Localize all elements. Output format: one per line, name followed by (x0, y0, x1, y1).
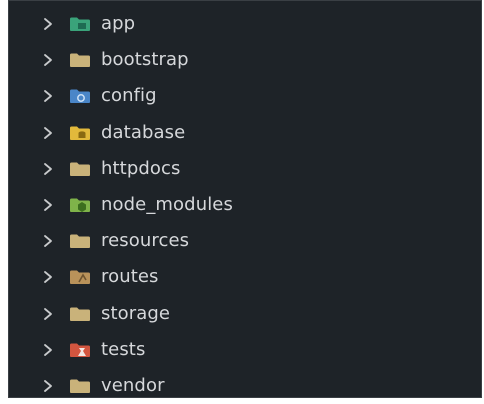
tree-item-label: vendor (101, 375, 165, 397)
tree-item-label: tests (101, 338, 146, 360)
folder-icon (69, 52, 91, 68)
chevron-right-icon[interactable] (41, 198, 55, 212)
folder-node-icon (69, 197, 91, 213)
tree-item-config[interactable]: config (9, 78, 481, 114)
folder-tests-icon (69, 342, 91, 358)
tree-item-label: routes (101, 266, 159, 288)
folder-icon (69, 378, 91, 394)
tree-item-resources[interactable]: resources (9, 223, 481, 259)
tree-item-label: config (101, 85, 157, 107)
tree-item-label: node_modules (101, 194, 233, 216)
tree-item-database[interactable]: database (9, 115, 481, 151)
tree-item-node-modules[interactable]: node_modules (9, 187, 481, 223)
chevron-right-icon[interactable] (41, 89, 55, 103)
chevron-right-icon[interactable] (41, 379, 55, 393)
tree-item-vendor[interactable]: vendor (9, 368, 481, 397)
folder-app-icon (69, 16, 91, 32)
folder-icon (69, 161, 91, 177)
tree-item-label: app (101, 13, 136, 35)
folder-routes-icon (69, 269, 91, 285)
tree-item-bootstrap[interactable]: bootstrap (9, 42, 481, 78)
tree-item-httpdocs[interactable]: httpdocs (9, 151, 481, 187)
tree-item-routes[interactable]: routes (9, 259, 481, 295)
tree-item-tests[interactable]: tests (9, 332, 481, 368)
chevron-right-icon[interactable] (41, 343, 55, 357)
chevron-right-icon[interactable] (41, 17, 55, 31)
chevron-right-icon[interactable] (41, 234, 55, 248)
chevron-right-icon[interactable] (41, 307, 55, 321)
folder-database-icon (69, 125, 91, 141)
chevron-right-icon[interactable] (41, 53, 55, 67)
tree-item-label: storage (101, 302, 171, 324)
folder-config-icon (69, 88, 91, 104)
tree-item-label: resources (101, 230, 190, 252)
tree-item-label: bootstrap (101, 49, 189, 71)
tree-item-storage[interactable]: storage (9, 296, 481, 332)
folder-icon (69, 306, 91, 322)
chevron-right-icon[interactable] (41, 270, 55, 284)
tree-item-app[interactable]: app (9, 6, 481, 42)
tree-item-label: httpdocs (101, 157, 181, 179)
tree-item-label: database (101, 121, 186, 143)
file-explorer-panel: app bootstrap config database httpdocs node_m… (8, 0, 482, 398)
chevron-right-icon[interactable] (41, 126, 55, 140)
folder-icon (69, 233, 91, 249)
chevron-right-icon[interactable] (41, 162, 55, 176)
